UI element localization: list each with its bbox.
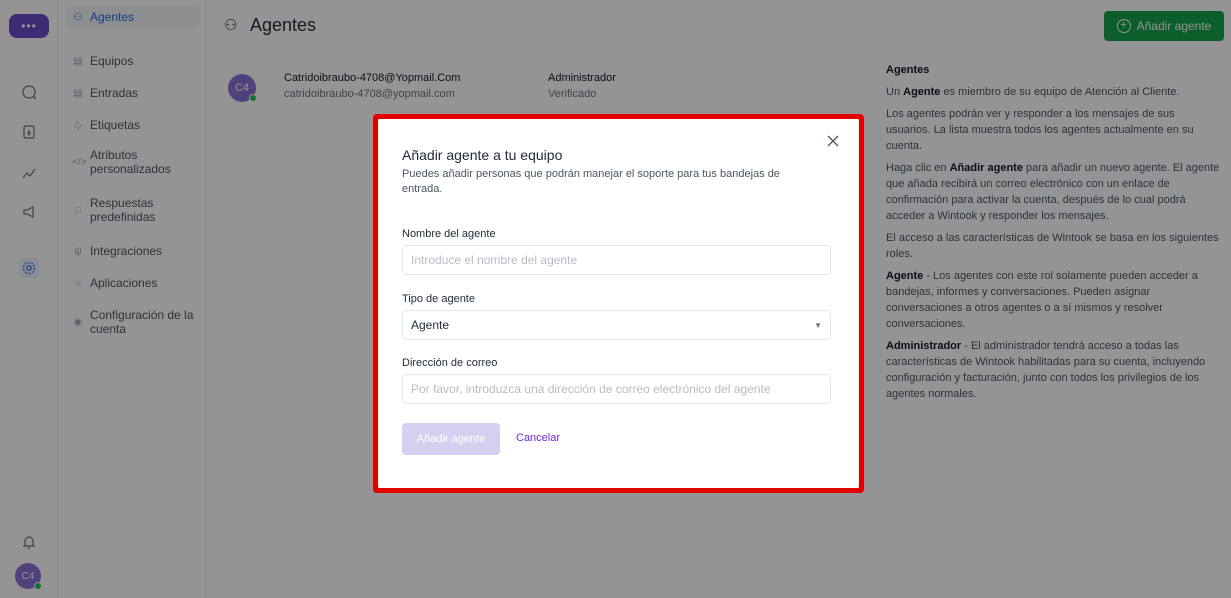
cancel-button[interactable]: Cancelar xyxy=(516,432,560,444)
email-placeholder: Por favor, introduzca una dirección de c… xyxy=(411,382,771,396)
agent-name-input[interactable]: Introduce el nombre del agente xyxy=(402,245,831,275)
agent-type-select[interactable]: Agente ▼ xyxy=(402,310,831,340)
agent-type-label: Tipo de agente xyxy=(402,293,475,305)
agent-type-value: Agente xyxy=(411,318,450,332)
modal-title: Añadir agente a tu equipo xyxy=(402,147,563,163)
dropdown-caret-icon: ▼ xyxy=(814,320,822,330)
agent-name-placeholder: Introduce el nombre del agente xyxy=(411,253,578,267)
email-label: Dirección de correo xyxy=(402,357,498,369)
agent-name-label: Nombre del agente xyxy=(402,228,496,240)
modal-description: Puedes añadir personas que podrán maneja… xyxy=(402,168,780,195)
email-input[interactable]: Por favor, introduzca una dirección de c… xyxy=(402,374,831,404)
submit-add-agent-button[interactable]: Añadir agente xyxy=(402,423,500,455)
close-icon[interactable] xyxy=(824,132,842,150)
add-agent-modal: Añadir agente a tu equipo Puedes añadir … xyxy=(378,119,859,488)
